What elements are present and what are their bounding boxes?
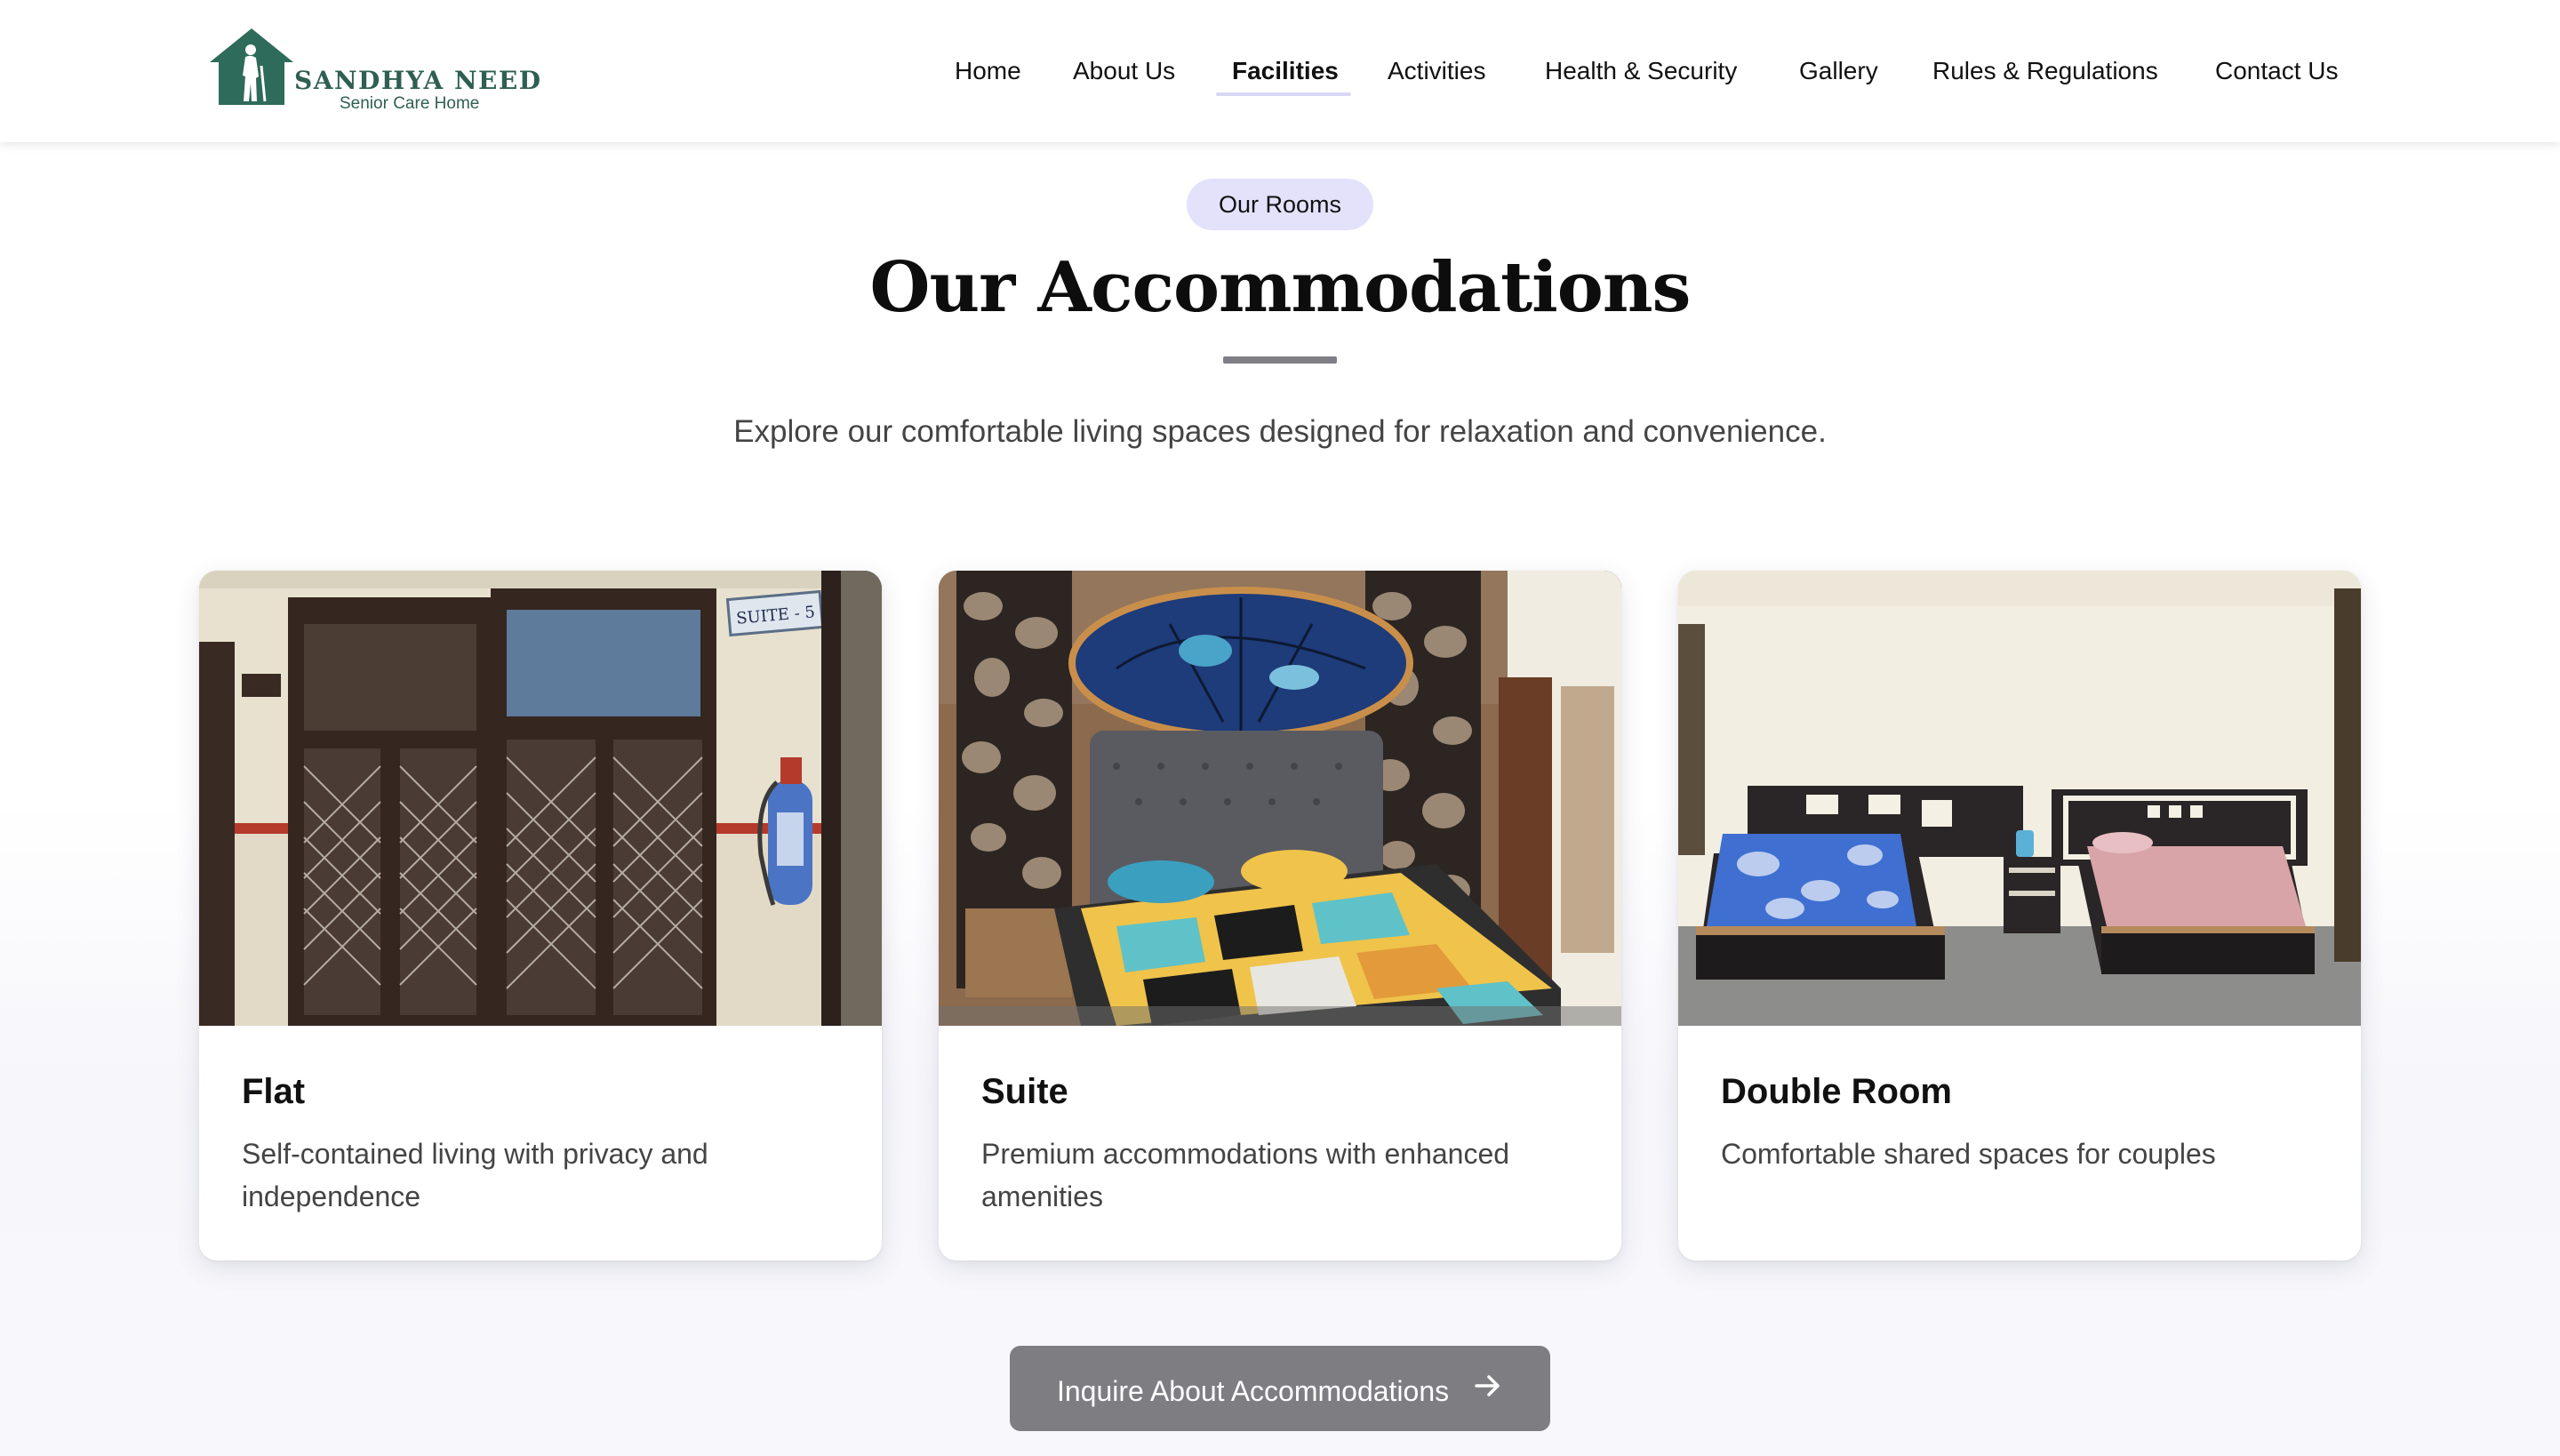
room-description-flat: Self-contained living with privacy and i… [242, 1138, 708, 1212]
nav-item-facilities[interactable]: Facilities [1232, 52, 1339, 91]
brand-name: SANDHYA NEED [294, 66, 542, 95]
room-photo-flat: SUITE - 5 [199, 571, 882, 1026]
nav-item-about-us[interactable]: About Us [1073, 52, 1175, 91]
room-card-suite[interactable]: Suite Premium accommodations with enhanc… [939, 571, 1621, 1260]
room-title-double-room: Double Room [1721, 1072, 1952, 1111]
nav-item-health-security[interactable]: Health & Security [1545, 52, 1737, 91]
inquire-button[interactable]: Inquire About Accommodations [1010, 1346, 1550, 1431]
room-description-double-room: Comfortable shared spaces for couples [1721, 1138, 2216, 1170]
title-divider [1223, 356, 1337, 364]
room-title-suite: Suite [981, 1072, 1068, 1111]
arrow-right-icon [1473, 1348, 1503, 1434]
nav-item-gallery[interactable]: Gallery [1799, 52, 1878, 91]
brand-tagline: Senior Care Home [340, 94, 480, 113]
section-subtitle: Explore our comfortable living spaces de… [733, 414, 1827, 449]
nav-item-home[interactable]: Home [955, 52, 1021, 91]
nav-item-contact-us[interactable]: Contact Us [2215, 52, 2339, 91]
nav-item-activities[interactable]: Activities [1388, 52, 1485, 91]
room-card-double-room[interactable]: Double Room Comfortable shared spaces fo… [1678, 571, 2361, 1260]
room-photo-double-room [1678, 571, 2361, 1026]
room-description-suite: Premium accommodations with enhanced ame… [981, 1138, 1510, 1212]
brand-logo[interactable]: SANDHYA NEED Senior Care Home [210, 25, 540, 117]
section-badge: Our Rooms [1187, 179, 1373, 230]
house-logo-icon [210, 28, 293, 105]
inquire-button-label: Inquire About Accommodations [1056, 1374, 1450, 1407]
room-card-flat[interactable]: SUITE - 5 Flat Self-contained living wit… [199, 571, 882, 1260]
nav-item-rules-regulations[interactable]: Rules & Regulations [1932, 52, 2158, 91]
section-title: Our Accommodations [869, 247, 1692, 328]
site-header: SANDHYA NEED Senior Care Home Home About… [0, 0, 2560, 142]
active-nav-indicator [1216, 92, 1351, 96]
room-photo-suite [939, 571, 1621, 1026]
room-title-flat: Flat [242, 1072, 306, 1111]
